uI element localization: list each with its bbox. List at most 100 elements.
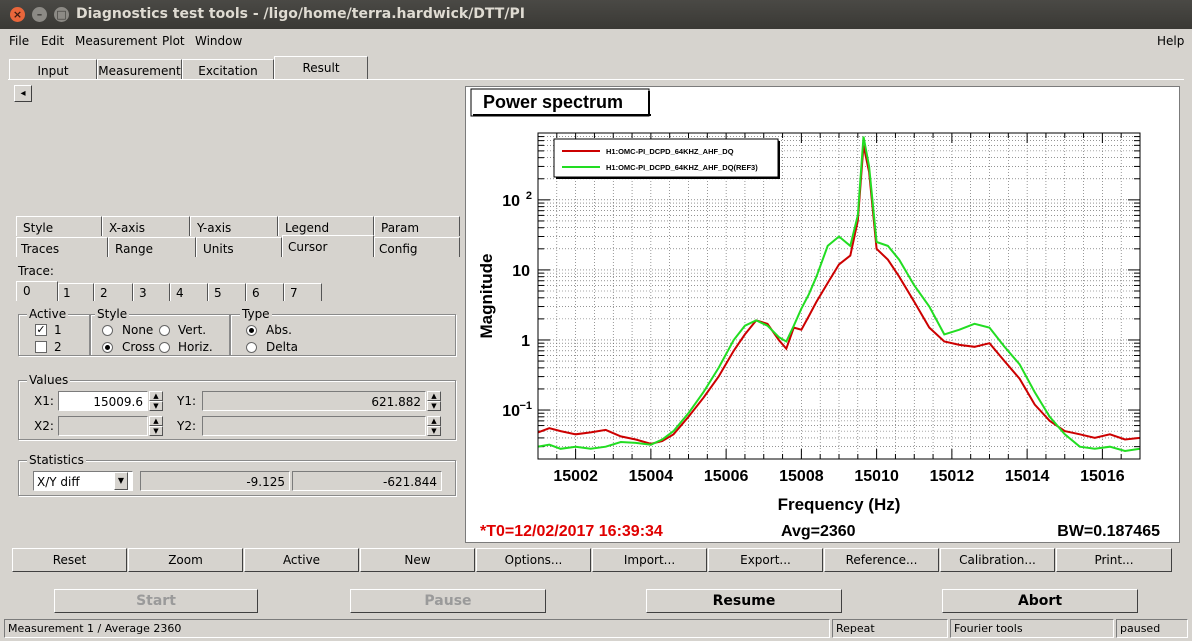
- reference-button[interactable]: Reference...: [824, 548, 939, 572]
- menu-help[interactable]: Help: [1157, 34, 1184, 48]
- x-tick-label: 15016: [1080, 468, 1125, 485]
- plot-panel[interactable]: Power spectrum 15002 15004 15006 15008 15010…: [465, 86, 1180, 543]
- window-title: Diagnostics test tools - /ligo/home/terr…: [76, 6, 525, 22]
- type-abs-label: Abs.: [266, 323, 292, 337]
- x2-input[interactable]: [58, 416, 148, 436]
- menu-plot[interactable]: Plot: [162, 34, 185, 48]
- y2-spin-down[interactable]: ▼: [427, 426, 441, 436]
- type-abs-radio[interactable]: [246, 325, 257, 336]
- maximize-icon[interactable]: □: [54, 7, 69, 22]
- x2-spin-down[interactable]: ▼: [149, 426, 163, 436]
- abort-button[interactable]: Abort: [942, 589, 1138, 613]
- x-tick-label: 15002: [553, 468, 598, 485]
- start-button[interactable]: Start: [54, 589, 258, 613]
- menu-window[interactable]: Window: [195, 34, 242, 48]
- x1-spin-up[interactable]: ▲: [149, 391, 163, 401]
- style-vert-label: Vert.: [178, 323, 207, 337]
- trace-tab-7[interactable]: 7: [284, 283, 322, 301]
- y-tick-label: 10: [502, 193, 520, 210]
- trace-tab-1[interactable]: 1: [58, 283, 94, 301]
- trace-tab-6[interactable]: 6: [246, 283, 284, 301]
- y2-spin-up[interactable]: ▲: [427, 416, 441, 426]
- trace-tab-3[interactable]: 3: [133, 283, 170, 301]
- y1-spin-down[interactable]: ▼: [427, 401, 441, 411]
- pause-button[interactable]: Pause: [350, 589, 546, 613]
- subtab-x-axis[interactable]: X-axis: [102, 216, 190, 236]
- y1-spin-up[interactable]: ▲: [427, 391, 441, 401]
- trace-tab-5[interactable]: 5: [208, 283, 246, 301]
- new-button[interactable]: New: [360, 548, 475, 572]
- subtab-traces[interactable]: Traces: [16, 237, 108, 257]
- subtab-units[interactable]: Units: [196, 237, 282, 257]
- zoom-button[interactable]: Zoom: [128, 548, 243, 572]
- resume-button[interactable]: Resume: [646, 589, 842, 613]
- subtab-param[interactable]: Param: [374, 216, 460, 236]
- style-none-radio[interactable]: [102, 325, 113, 336]
- subtab-range[interactable]: Range: [108, 237, 196, 257]
- style-cross-radio[interactable]: [102, 342, 113, 353]
- statistics-select-value: X/Y diff: [37, 475, 80, 489]
- style-none-label: None: [122, 323, 154, 337]
- status-message: Measurement 1 / Average 2360: [4, 619, 830, 638]
- trace-label: Trace:: [18, 264, 54, 278]
- active-1-checkbox[interactable]: ✓: [35, 324, 47, 336]
- active-2-checkbox[interactable]: [35, 341, 47, 353]
- style-horiz-label: Horiz.: [178, 340, 213, 354]
- y2-label: Y2:: [177, 419, 197, 433]
- collapse-arrow-button[interactable]: ◂: [14, 85, 32, 102]
- y1-label: Y1:: [177, 394, 197, 408]
- plot-title-shadow-right: [648, 91, 650, 116]
- active-2-label: 2: [54, 340, 62, 354]
- subtab-style[interactable]: Style: [16, 216, 102, 236]
- plot-title-shadow: [473, 114, 651, 116]
- power-spectrum-chart[interactable]: Power spectrum 15002 15004 15006 15008 15010…: [466, 87, 1179, 542]
- y-tick-label: 10: [512, 263, 530, 280]
- tab-divider: [8, 79, 1184, 80]
- x1-input[interactable]: 15009.6: [58, 391, 148, 411]
- export-button[interactable]: Export...: [708, 548, 823, 572]
- menu-edit[interactable]: Edit: [41, 34, 64, 48]
- y1-input[interactable]: 621.882: [202, 391, 426, 411]
- style-horiz-radio[interactable]: [159, 342, 170, 353]
- y-tick-exponent: −1: [519, 400, 532, 412]
- trace-tab-0[interactable]: 0: [16, 281, 58, 301]
- menu-bar: File Edit Measurement Plot Window Help: [0, 29, 1192, 53]
- subtab-config[interactable]: Config: [374, 237, 460, 257]
- subtab-legend[interactable]: Legend: [278, 216, 374, 236]
- y-tick-label: 1: [521, 333, 530, 350]
- x-tick-label: 15004: [629, 468, 674, 485]
- plot-grid: [537, 132, 1141, 460]
- tab-input[interactable]: Input: [9, 59, 97, 80]
- trace-tab-4[interactable]: 4: [170, 283, 208, 301]
- x2-label: X2:: [34, 419, 54, 433]
- import-button[interactable]: Import...: [592, 548, 707, 572]
- y2-input[interactable]: [202, 416, 426, 436]
- menu-file[interactable]: File: [9, 34, 29, 48]
- reset-button[interactable]: Reset: [12, 548, 127, 572]
- subtab-y-axis[interactable]: Y-axis: [190, 216, 278, 236]
- chevron-down-icon[interactable]: ▼: [114, 472, 128, 490]
- active-button[interactable]: Active: [244, 548, 359, 572]
- type-delta-radio[interactable]: [246, 342, 257, 353]
- tab-result[interactable]: Result: [274, 56, 368, 79]
- trace-tab-2[interactable]: 2: [94, 283, 133, 301]
- t0-label: *T0=12/02/2017 16:39:34: [480, 523, 663, 540]
- options-button[interactable]: Options...: [476, 548, 591, 572]
- tab-measurement[interactable]: Measurement: [97, 59, 182, 80]
- x1-spin-down[interactable]: ▼: [149, 401, 163, 411]
- style-vert-radio[interactable]: [159, 325, 170, 336]
- status-tools: Fourier tools: [950, 619, 1114, 638]
- style-group-label: Style: [95, 307, 130, 321]
- minimize-icon[interactable]: –: [32, 7, 47, 22]
- calibration-button[interactable]: Calibration...: [940, 548, 1055, 572]
- close-icon[interactable]: ×: [10, 7, 25, 22]
- menu-measurement[interactable]: Measurement: [75, 34, 157, 48]
- print-button[interactable]: Print...: [1056, 548, 1172, 572]
- x-tick-label: 15014: [1005, 468, 1050, 485]
- plot-legend: H1:OMC-PI_DCPD_64KHZ_AHF_DQ H1:OMC-PI_DCP…: [553, 138, 780, 179]
- tab-excitation[interactable]: Excitation: [182, 59, 274, 80]
- subtab-cursor[interactable]: Cursor: [282, 235, 374, 257]
- x2-spin-up[interactable]: ▲: [149, 416, 163, 426]
- y-tick-label: 10: [502, 403, 520, 420]
- statistics-value-2: -621.844: [292, 471, 442, 491]
